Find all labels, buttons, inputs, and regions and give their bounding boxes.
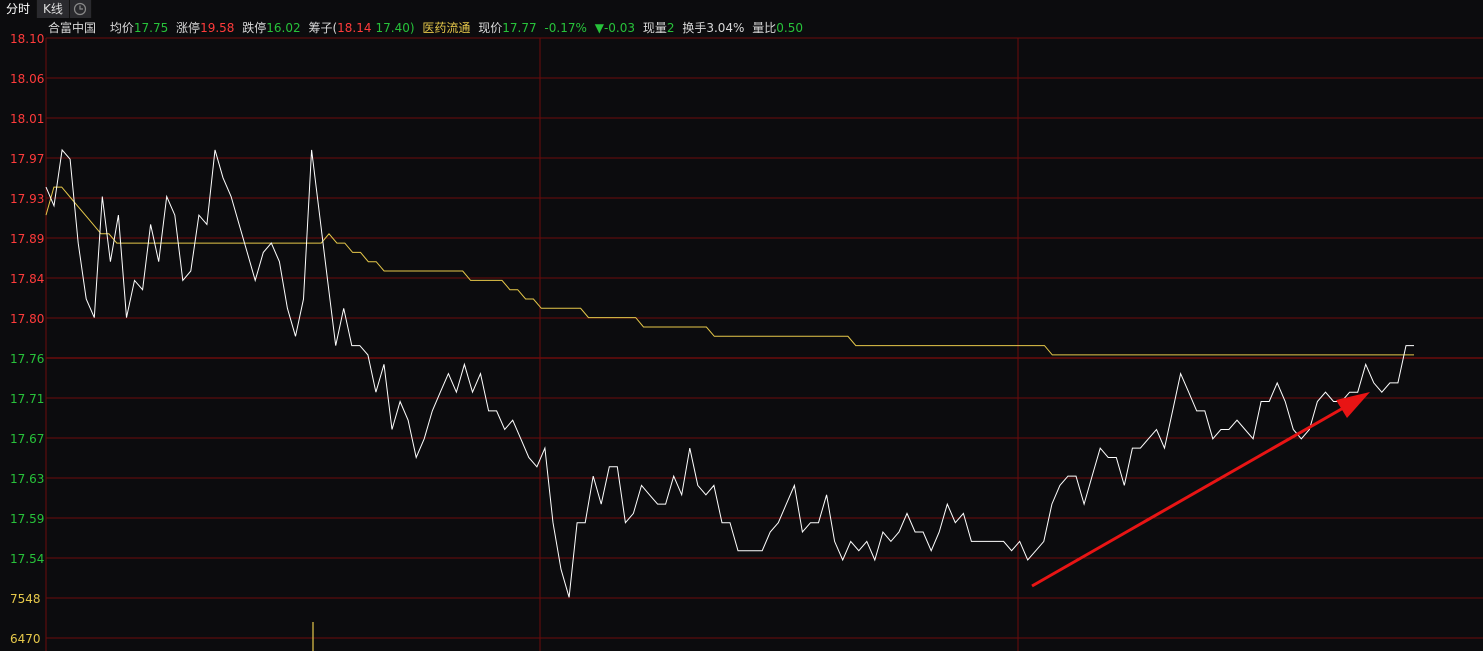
price-line (45, 148, 1414, 598)
y-tick-label: 18.10 (10, 32, 44, 46)
y-tick-label: 17.89 (10, 232, 44, 246)
y-tick-label: 17.63 (10, 472, 44, 486)
y-tick-label: 17.71 (10, 392, 44, 406)
y-tick-label: 18.01 (10, 112, 44, 126)
y-tick-label: 6470 (10, 632, 41, 646)
y-tick-label: 7548 (10, 592, 41, 606)
intraday-chart[interactable]: 18.10 18.06 18.01 17.97 17.93 17.89 17.84 17.80… (0, 0, 1483, 651)
y-tick-label: 17.93 (10, 192, 44, 206)
grid-lines (45, 37, 1483, 651)
y-tick-label: 17.59 (10, 512, 44, 526)
y-tick-label: 17.67 (10, 432, 44, 446)
y-tick-label: 17.80 (10, 312, 44, 326)
y-tick-label: 17.84 (10, 272, 44, 286)
y-tick-label: 17.54 (10, 552, 44, 566)
y-tick-label: 17.76 (10, 352, 44, 366)
y-tick-label: 18.06 (10, 72, 44, 86)
average-price-line (45, 186, 1414, 356)
y-tick-label: 17.97 (10, 152, 44, 166)
trend-arrow (1031, 392, 1370, 588)
y-axis-labels: 18.10 18.06 18.01 17.97 17.93 17.89 17.84 17.80… (10, 32, 44, 646)
